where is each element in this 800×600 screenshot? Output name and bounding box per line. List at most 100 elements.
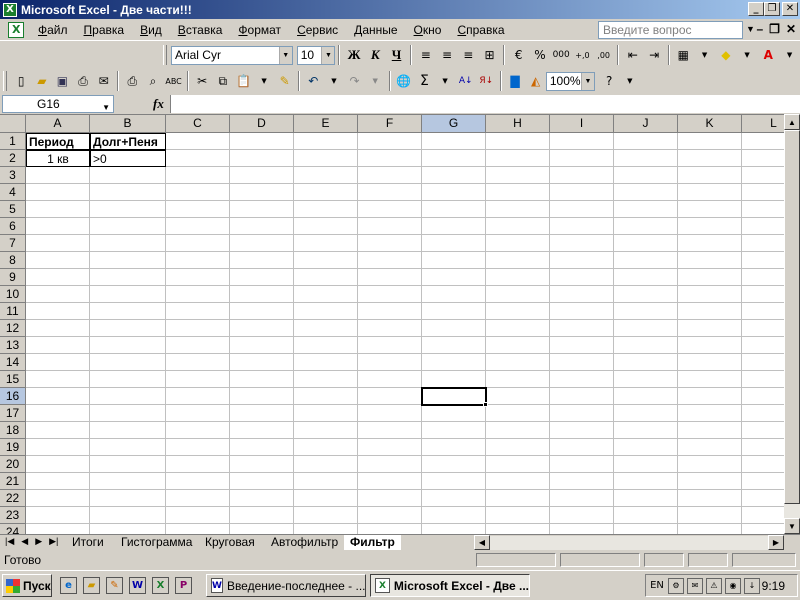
cell-i2[interactable] — [550, 150, 614, 167]
menu-edit[interactable]: Правка — [76, 23, 133, 37]
cell-a21[interactable] — [26, 473, 90, 490]
update-icon[interactable]: ↓ — [744, 577, 760, 594]
cell-f8[interactable] — [358, 252, 422, 269]
sort-descending-icon[interactable]: Я↓ — [476, 70, 497, 92]
cell-e11[interactable] — [294, 303, 358, 320]
print-preview-icon[interactable]: ⌕ — [143, 70, 164, 92]
cell-k5[interactable] — [678, 201, 742, 218]
mail-icon[interactable]: ✉ — [687, 577, 703, 594]
cell-j21[interactable] — [614, 473, 678, 490]
cell-b8[interactable] — [90, 252, 166, 269]
row-header-13[interactable]: 13 — [0, 337, 26, 354]
undo-icon[interactable]: ↶ — [303, 70, 324, 92]
ie-icon[interactable]: e — [60, 577, 77, 594]
fill-dropdown-icon[interactable]: ▼ — [736, 44, 757, 66]
menu-insert[interactable]: Вставка — [170, 23, 231, 37]
name-box[interactable]: G16 ▼ — [2, 95, 114, 113]
row-header-6[interactable]: 6 — [0, 218, 26, 235]
row-header-9[interactable]: 9 — [0, 269, 26, 286]
cell-e22[interactable] — [294, 490, 358, 507]
cell-b4[interactable] — [90, 184, 166, 201]
font-name-combo[interactable]: Arial Cyr ▼ — [170, 45, 293, 65]
cell-j2[interactable] — [614, 150, 678, 167]
column-header-j[interactable]: J — [614, 115, 678, 133]
cell-c20[interactable] — [166, 456, 230, 473]
cell-e1[interactable] — [294, 133, 358, 150]
print-icon[interactable]: ⎙ — [122, 70, 143, 92]
excel-icon[interactable]: X — [152, 577, 169, 594]
row-header-18[interactable]: 18 — [0, 422, 26, 439]
row-header-21[interactable]: 21 — [0, 473, 26, 490]
cell-h7[interactable] — [486, 235, 550, 252]
cell-h8[interactable] — [486, 252, 550, 269]
cell-d15[interactable] — [230, 371, 294, 388]
cell-k19[interactable] — [678, 439, 742, 456]
cell-l22[interactable] — [742, 490, 784, 507]
cell-b24[interactable] — [90, 524, 166, 534]
format-painter-icon[interactable]: ✎ — [274, 70, 295, 92]
cell-k18[interactable] — [678, 422, 742, 439]
fill-color-icon[interactable]: ◆ — [715, 44, 736, 66]
cell-b17[interactable] — [90, 405, 166, 422]
cell-a6[interactable] — [26, 218, 90, 235]
cell-e13[interactable] — [294, 337, 358, 354]
cell-d3[interactable] — [230, 167, 294, 184]
scroll-up-icon[interactable]: ▲ — [784, 114, 800, 130]
cell-a2[interactable]: 1 кв — [26, 150, 90, 167]
cell-k20[interactable] — [678, 456, 742, 473]
cell-i3[interactable] — [550, 167, 614, 184]
cell-c22[interactable] — [166, 490, 230, 507]
row-header-19[interactable]: 19 — [0, 439, 26, 456]
cell-g12[interactable] — [422, 320, 486, 337]
cell-l18[interactable] — [742, 422, 784, 439]
cell-h18[interactable] — [486, 422, 550, 439]
cell-j23[interactable] — [614, 507, 678, 524]
access-icon[interactable]: P — [175, 577, 192, 594]
cell-h9[interactable] — [486, 269, 550, 286]
cell-b21[interactable] — [90, 473, 166, 490]
row-header-10[interactable]: 10 — [0, 286, 26, 303]
increase-indent-icon[interactable]: ⇥ — [644, 44, 665, 66]
cell-l12[interactable] — [742, 320, 784, 337]
cell-b2[interactable]: >0 — [90, 150, 166, 167]
cell-h13[interactable] — [486, 337, 550, 354]
cell-g14[interactable] — [422, 354, 486, 371]
cell-c18[interactable] — [166, 422, 230, 439]
cell-c13[interactable] — [166, 337, 230, 354]
cell-h10[interactable] — [486, 286, 550, 303]
sheet-tab-filter[interactable]: Фильтр — [344, 535, 401, 550]
cell-a3[interactable] — [26, 167, 90, 184]
cell-k14[interactable] — [678, 354, 742, 371]
cell-d4[interactable] — [230, 184, 294, 201]
redo-dropdown-icon[interactable]: ▼ — [365, 70, 386, 92]
cell-h20[interactable] — [486, 456, 550, 473]
font-color-icon[interactable]: A — [758, 44, 779, 66]
font-color-dropdown-icon[interactable]: ▼ — [779, 44, 800, 66]
cell-c1[interactable] — [166, 133, 230, 150]
cell-j1[interactable] — [614, 133, 678, 150]
cell-a15[interactable] — [26, 371, 90, 388]
cell-f19[interactable] — [358, 439, 422, 456]
cell-g19[interactable] — [422, 439, 486, 456]
network-icon[interactable]: ⚙ — [668, 577, 684, 594]
cell-g1[interactable] — [422, 133, 486, 150]
toolbar-options-icon[interactable]: ▼ — [620, 70, 641, 92]
cell-k24[interactable] — [678, 524, 742, 534]
cell-h4[interactable] — [486, 184, 550, 201]
menu-data[interactable]: Данные — [346, 23, 405, 37]
cell-c8[interactable] — [166, 252, 230, 269]
cell-g11[interactable] — [422, 303, 486, 320]
menu-tools[interactable]: Сервис — [289, 23, 346, 37]
sheet-tab-itogi[interactable]: Итоги — [66, 535, 110, 550]
cell-j11[interactable] — [614, 303, 678, 320]
column-header-c[interactable]: C — [166, 115, 230, 133]
cell-k2[interactable] — [678, 150, 742, 167]
cell-a23[interactable] — [26, 507, 90, 524]
cell-c16[interactable] — [166, 388, 230, 405]
cell-c2[interactable] — [166, 150, 230, 167]
workbook-icon[interactable] — [8, 21, 24, 38]
last-sheet-icon[interactable]: ▶| — [49, 536, 58, 547]
cell-f1[interactable] — [358, 133, 422, 150]
cell-e9[interactable] — [294, 269, 358, 286]
cell-l4[interactable] — [742, 184, 784, 201]
